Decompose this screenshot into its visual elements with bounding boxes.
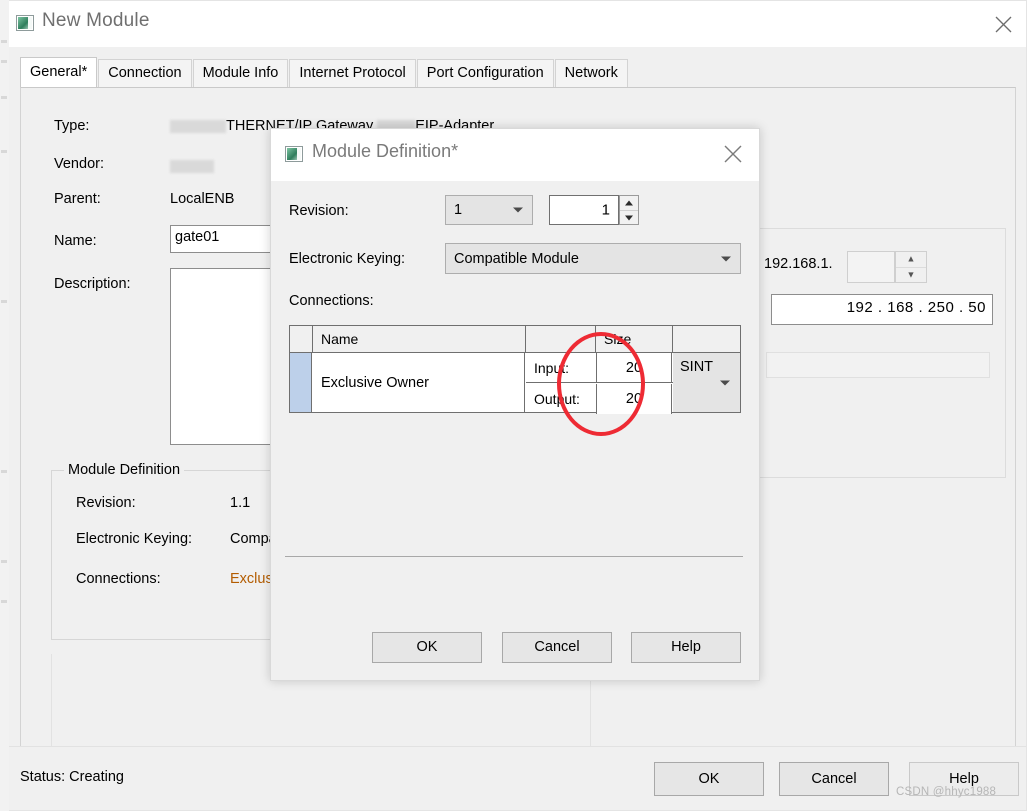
ip-address-value: 192 . 168 . 250 . 50 xyxy=(772,299,986,316)
ip-prefix-label: 192.168.1. xyxy=(764,256,833,272)
input-size-value: 20 xyxy=(626,360,642,376)
output-size-input[interactable]: 20 xyxy=(596,384,672,414)
grid-header-name: Name xyxy=(313,326,526,353)
tab-port-configuration[interactable]: Port Configuration xyxy=(417,59,554,87)
moddef-revision-value: 1.1 xyxy=(230,495,250,511)
row-selector[interactable] xyxy=(290,353,312,412)
window-titlebar: New Module xyxy=(9,1,1026,47)
revision-minor-stepper[interactable] xyxy=(619,195,639,225)
modal-help-label: Help xyxy=(671,639,701,655)
modal-help-button[interactable]: Help xyxy=(631,632,741,663)
vendor-label: Vendor: xyxy=(54,156,104,172)
connection-name-value: Exclusive Owner xyxy=(321,375,429,391)
revision-major-value: 1 xyxy=(454,202,462,218)
tab-internet-protocol[interactable]: Internet Protocol xyxy=(289,59,415,87)
output-size-value: 20 xyxy=(626,391,642,407)
tab-connection[interactable]: Connection xyxy=(98,59,191,87)
moddef-connections-label: Connections: xyxy=(76,571,161,587)
parent-label: Parent: xyxy=(54,191,101,207)
tab-module-info[interactable]: Module Info xyxy=(193,59,289,87)
stepper-down-icon[interactable] xyxy=(620,210,638,224)
name-label: Name: xyxy=(54,233,97,249)
watermark-text: CSDN @hhyc1988 xyxy=(896,786,996,798)
ip-suffix-stepper[interactable]: ▲ ▼ xyxy=(895,251,927,283)
ip-suffix-input[interactable] xyxy=(847,251,895,283)
stepper-up-icon[interactable] xyxy=(620,196,638,210)
redacted-vendor-prefix xyxy=(170,120,226,133)
status-text: Status: Creating xyxy=(20,769,124,785)
input-label: Input: xyxy=(534,360,569,376)
connections-grid: Name Size Exclusive Owner Input: 20 Outp… xyxy=(289,325,741,413)
cancel-button-label: Cancel xyxy=(780,763,888,795)
moddef-revision-label: Revision: xyxy=(76,495,136,511)
redacted-vendor-name xyxy=(170,160,214,173)
module-icon xyxy=(16,15,34,31)
data-type-value: SINT xyxy=(680,359,713,375)
table-row[interactable]: Exclusive Owner Input: 20 Output: 20 SIN… xyxy=(290,353,740,412)
type-label: Type: xyxy=(54,118,89,134)
ok-button-label: OK xyxy=(655,763,763,795)
stepper-down-icon[interactable]: ▼ xyxy=(896,267,926,281)
tab-general[interactable]: General* xyxy=(20,57,97,87)
tab-strip: General* Connection Module Info Internet… xyxy=(20,59,1015,87)
grid-header-io xyxy=(526,326,596,353)
data-type-select[interactable]: SINT xyxy=(673,353,740,412)
grid-header-size: Size xyxy=(596,326,673,353)
modal-connections-label: Connections: xyxy=(289,293,374,309)
modal-title: Module Definition* xyxy=(312,141,458,162)
output-label: Output: xyxy=(534,391,580,407)
close-icon[interactable] xyxy=(709,129,759,179)
input-size-input[interactable]: 20 xyxy=(596,353,672,382)
parent-value: LocalENB xyxy=(170,191,234,207)
host-name-input[interactable] xyxy=(766,352,990,378)
grid-header-row: Name Size xyxy=(290,326,740,353)
modal-cancel-label: Cancel xyxy=(534,639,579,655)
chevron-down-icon xyxy=(513,208,523,213)
window-title: New Module xyxy=(42,10,150,32)
modal-titlebar: Module Definition* xyxy=(271,129,759,181)
grid-header-type xyxy=(673,326,740,353)
revision-minor-value: 1 xyxy=(602,202,610,219)
status-label: Status: xyxy=(20,769,65,785)
module-icon xyxy=(285,146,303,162)
electronic-keying-value: Compatible Module xyxy=(454,251,579,267)
connection-name-cell[interactable]: Exclusive Owner xyxy=(313,353,525,412)
stepper-up-icon[interactable]: ▲ xyxy=(896,252,926,266)
cancel-button[interactable]: Cancel xyxy=(779,762,889,796)
revision-major-select[interactable]: 1 xyxy=(445,195,533,225)
modal-divider xyxy=(285,556,743,557)
moddef-keying-label: Electronic Keying: xyxy=(76,531,192,547)
modal-ok-button[interactable]: OK xyxy=(372,632,482,663)
module-definition-dialog: Module Definition* Revision: 1 1 Electro… xyxy=(270,128,760,681)
electronic-keying-select[interactable]: Compatible Module xyxy=(445,243,741,274)
status-bar: Status: Creating OK Cancel Help xyxy=(9,746,1026,810)
chevron-down-icon xyxy=(721,256,731,261)
close-icon[interactable] xyxy=(980,1,1026,47)
modal-keying-label: Electronic Keying: xyxy=(289,251,405,267)
module-definition-legend: Module Definition xyxy=(64,462,184,478)
modal-ok-label: OK xyxy=(417,639,438,655)
name-input-value: gate01 xyxy=(175,229,219,245)
ok-button[interactable]: OK xyxy=(654,762,764,796)
description-label: Description: xyxy=(54,276,131,292)
chevron-down-icon xyxy=(720,380,730,385)
modal-cancel-button[interactable]: Cancel xyxy=(502,632,612,663)
vendor-value xyxy=(170,158,214,174)
status-value: Creating xyxy=(69,769,124,785)
background-window-strip xyxy=(0,0,9,811)
tab-network[interactable]: Network xyxy=(555,59,628,87)
modal-revision-label: Revision: xyxy=(289,203,349,219)
ip-address-input[interactable]: 192 . 168 . 250 . 50 xyxy=(771,294,993,325)
revision-minor-input[interactable]: 1 xyxy=(549,195,619,225)
grid-header-select xyxy=(290,326,313,353)
